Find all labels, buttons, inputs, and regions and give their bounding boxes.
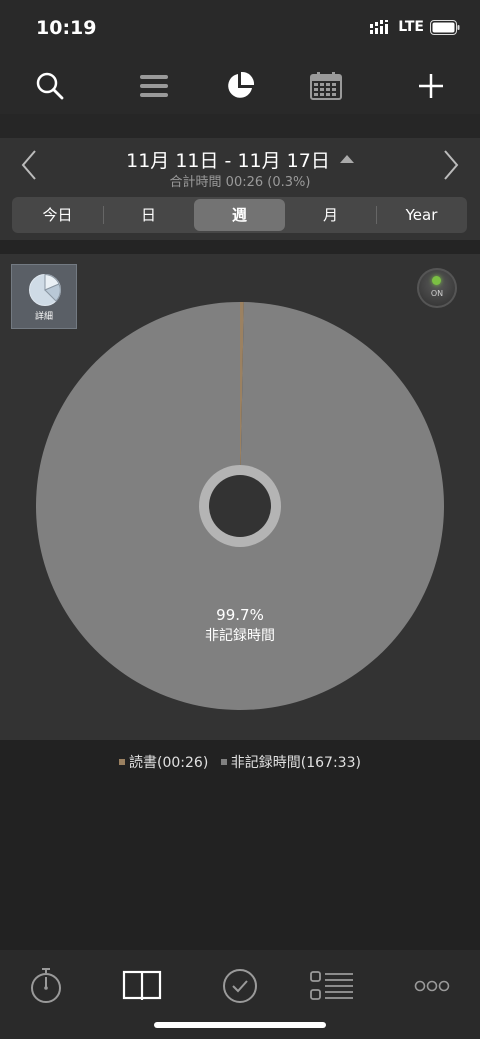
date-header: 11月 11日 - 11月 17日 合計時間 00:26 (0.3%) 今日 日… (0, 138, 480, 240)
legend-item: 読書(00:26) (129, 755, 209, 771)
spacer (0, 114, 480, 138)
legend-swatch (220, 759, 227, 765)
nav-book[interactable] (118, 964, 166, 1008)
add-button[interactable] (409, 66, 453, 106)
signal-icon (370, 20, 389, 34)
tab-week[interactable]: 週 (194, 199, 285, 231)
nav-more[interactable] (408, 964, 456, 1008)
top-toolbar (0, 58, 480, 114)
chart-area: 詳細 ON 99.7% 非記録時間 (0, 254, 480, 740)
stopwatch-icon (31, 968, 61, 1003)
home-indicator (154, 1022, 326, 1028)
calendar-icon (310, 72, 342, 100)
tab-month[interactable]: 月 (285, 197, 376, 233)
book-icon (122, 970, 162, 1000)
triangle-up-icon (339, 155, 354, 163)
donut-hole (209, 475, 271, 537)
tab-day[interactable]: 日 (103, 197, 194, 233)
check-circle-icon (223, 969, 257, 1003)
total-time: 合計時間 00:26 (0.3%) (169, 175, 311, 190)
status-time: 10:19 (36, 17, 97, 39)
period-selector: 今日 日 週 月 Year (12, 197, 467, 233)
list-button[interactable] (132, 66, 176, 106)
next-period-button[interactable] (436, 148, 466, 182)
nav-stopwatch[interactable] (22, 964, 70, 1008)
more-icon (414, 980, 450, 992)
nav-goals[interactable] (216, 964, 264, 1008)
search-icon (36, 72, 64, 100)
plus-icon (419, 74, 443, 98)
pie-chart: 99.7% 非記録時間 (36, 302, 445, 710)
slice-name-label: 非記録時間 (205, 627, 275, 644)
date-range-text: 11月 11日 - 11月 17日 (126, 150, 330, 172)
date-range[interactable]: 11月 11日 - 11月 17日 (0, 146, 480, 173)
chart-button[interactable] (218, 66, 262, 106)
pie-chart-icon (228, 71, 255, 98)
battery-icon (430, 19, 460, 35)
legend-item: 非記録時間(167:33) (230, 755, 361, 771)
checklist-icon (310, 971, 353, 1000)
status-indicators: LTE (370, 19, 460, 35)
nav-checklist[interactable] (308, 964, 356, 1008)
tab-today[interactable]: 今日 (12, 197, 103, 233)
spacer (0, 240, 480, 254)
chevron-right-icon (444, 150, 459, 180)
slice-percent-label: 99.7% (216, 606, 264, 624)
list-icon (140, 75, 168, 97)
network-type: LTE (398, 19, 424, 35)
search-button[interactable] (28, 66, 72, 106)
calendar-button[interactable] (304, 66, 348, 106)
chart-legend: 読書(00:26) 非記録時間(167:33) (0, 752, 480, 772)
legend-swatch (119, 759, 126, 765)
status-bar: 10:19 LTE (0, 0, 480, 58)
tab-year[interactable]: Year (376, 197, 467, 233)
